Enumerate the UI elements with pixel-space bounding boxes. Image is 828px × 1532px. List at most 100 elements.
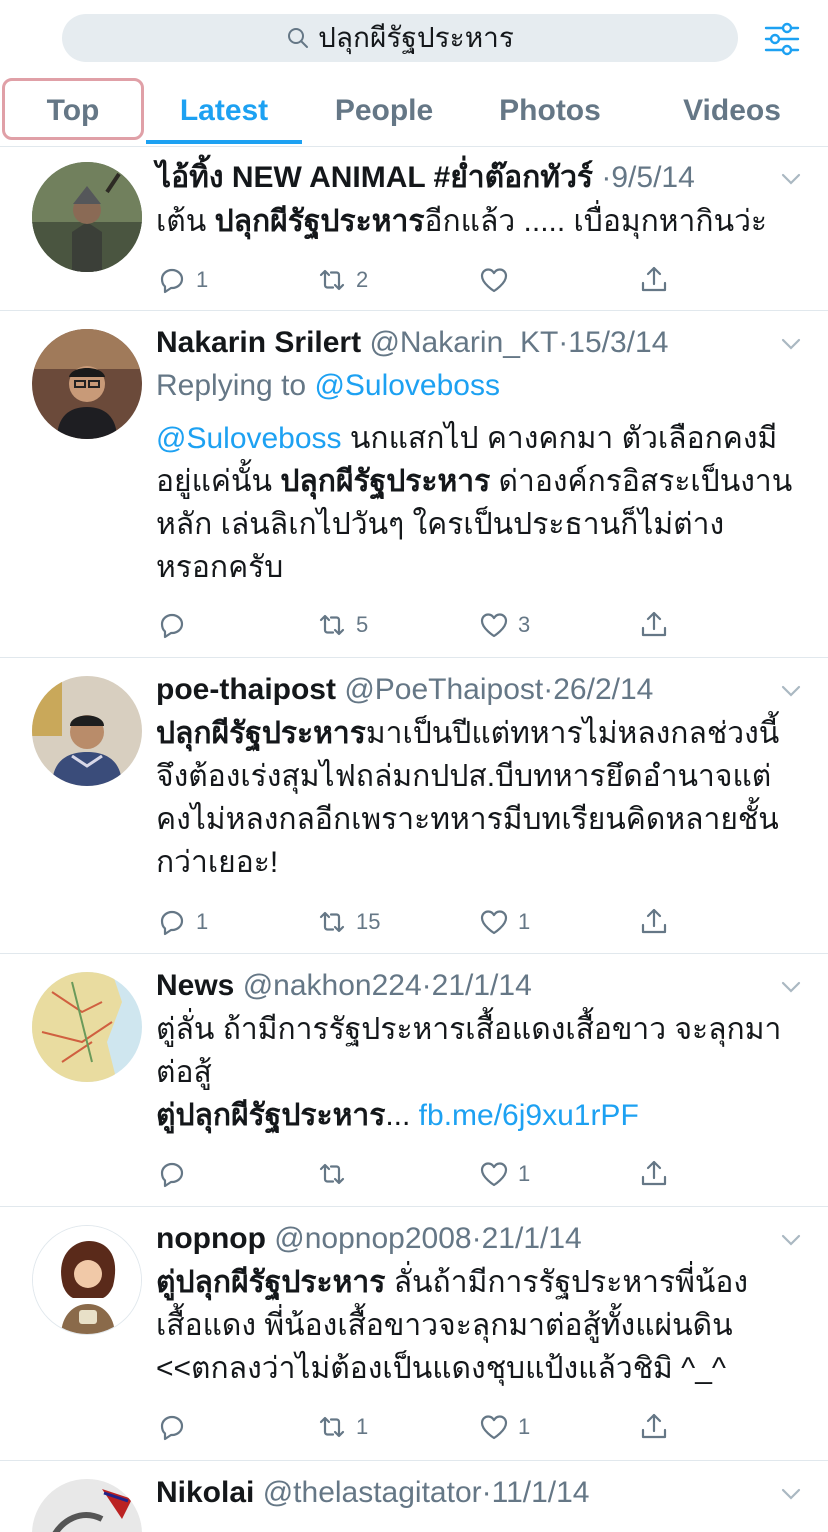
tweet-date[interactable]: 15/3/14 (568, 326, 668, 359)
tweet-author-name[interactable]: News (156, 969, 234, 1002)
share-icon (638, 609, 670, 641)
like-button[interactable]: 1 (478, 1409, 530, 1445)
tweet-header: News @nakhon224·21/1/14 (156, 968, 798, 1004)
chevron-down-icon[interactable] (780, 168, 802, 190)
avatar[interactable] (32, 162, 142, 272)
tweet-author-handle[interactable]: @Nakarin_KT (369, 326, 558, 359)
tweet-separator: · (481, 1476, 492, 1509)
avatar[interactable] (32, 676, 142, 786)
reply-button[interactable] (156, 607, 196, 643)
share-button[interactable] (638, 262, 678, 298)
tweet-author-handle[interactable]: @nakhon224 (243, 969, 422, 1002)
chevron-down-icon[interactable] (780, 1483, 802, 1505)
search-icon (288, 28, 309, 48)
tweet-author-handle[interactable]: @thelastagitator (263, 1476, 482, 1509)
tweet-header: Nakarin Srilert @Nakarin_KT·15/3/14 (156, 325, 798, 361)
retweet-button[interactable]: 15 (316, 904, 380, 940)
share-button[interactable] (638, 1156, 678, 1192)
tweet-author-name[interactable]: ไอ้ทิ้ง NEW ANIMAL #ย่ำต๊อกทัวร์ (156, 161, 593, 194)
tweet-header: poe-thaipost @PoeThaipost·26/2/14 (156, 672, 798, 708)
mention-link[interactable]: @Suloveboss (156, 422, 342, 455)
tweet-date[interactable]: 9/5/14 (611, 161, 694, 194)
tweet[interactable]: Nakarin Srilert @Nakarin_KT·15/3/14 Repl… (0, 311, 828, 658)
tweet-date[interactable]: 21/1/14 (482, 1222, 582, 1255)
tab-latest[interactable]: Latest (146, 78, 302, 144)
like-button[interactable] (478, 262, 518, 298)
reply-icon (156, 609, 188, 641)
retweet-icon (316, 1158, 348, 1190)
tweet-header: nopnop @nopnop2008·21/1/14 (156, 1221, 798, 1257)
tab-people[interactable]: People (312, 78, 456, 144)
tweet-actions: 1 (156, 1156, 676, 1192)
search-query[interactable]: ปลุกผีรัฐประหาร (318, 16, 514, 60)
retweet-icon (316, 609, 348, 641)
like-button[interactable]: 1 (478, 904, 530, 940)
retweet-icon (316, 1411, 348, 1443)
search-bar[interactable]: ปลุกผีรัฐประหาร (62, 14, 738, 62)
tweet-link[interactable]: fb.me/6j9xu1rPF (419, 1099, 639, 1132)
tweet-separator: · (471, 1222, 482, 1255)
tweet-content: ไอ้ทิ้ง NEW ANIMAL #ย่ำต๊อกทัวร์ ·9/5/14… (156, 160, 798, 243)
tweet-text: เต้น ปลุกผีรัฐประหารอีกแล้ว ..... เบื่อม… (156, 205, 768, 238)
tweet-actions: 5 3 (156, 607, 676, 643)
replying-to: Replying to @Suloveboss (156, 369, 500, 402)
share-icon (638, 906, 670, 938)
tweet-text: @Suloveboss นกแสกไป คางคกมา ตัวเลือกคงมี… (156, 422, 793, 584)
share-button[interactable] (638, 607, 678, 643)
tweet[interactable]: Nikolai @thelastagitator·11/1/14 (0, 1461, 828, 1532)
retweet-button[interactable]: 5 (316, 607, 368, 643)
reply-icon (156, 1411, 188, 1443)
replying-to-link[interactable]: @Suloveboss (314, 369, 500, 402)
tweet[interactable]: poe-thaipost @PoeThaipost·26/2/14 ปลุกผี… (0, 658, 828, 954)
reply-button[interactable] (156, 1409, 196, 1445)
tweet[interactable]: ไอ้ทิ้ง NEW ANIMAL #ย่ำต๊อกทัวร์ ·9/5/14… (0, 146, 828, 311)
reply-button[interactable]: 1 (156, 262, 208, 298)
tweet-separator: · (601, 161, 612, 194)
tweet-date[interactable]: 26/2/14 (553, 673, 653, 706)
tweet-content: poe-thaipost @PoeThaipost·26/2/14 ปลุกผี… (156, 672, 798, 884)
tweet-content: nopnop @nopnop2008·21/1/14 ตู่ปลุกผีรัฐป… (156, 1221, 798, 1390)
retweet-button[interactable] (316, 1156, 356, 1192)
avatar[interactable] (32, 1479, 142, 1532)
tweet-content: News @nakhon224·21/1/14 ตู่ลั่น ถ้ามีการ… (156, 968, 798, 1137)
tweet[interactable]: nopnop @nopnop2008·21/1/14 ตู่ปลุกผีรัฐป… (0, 1207, 828, 1461)
tweet-text: ตู่ลั่น ถ้ามีการรัฐประหารเสื้อแดงเสื้อขา… (156, 1013, 782, 1132)
tweet-author-handle[interactable]: @nopnop2008 (274, 1222, 471, 1255)
share-button[interactable] (638, 1409, 678, 1445)
avatar[interactable] (32, 972, 142, 1082)
tweet-author-name[interactable]: Nikolai (156, 1476, 254, 1509)
reply-icon (156, 906, 188, 938)
retweet-icon (316, 264, 348, 296)
like-button[interactable]: 1 (478, 1156, 530, 1192)
tweet-date[interactable]: 21/1/14 (432, 969, 532, 1002)
retweet-button[interactable]: 1 (316, 1409, 368, 1445)
share-button[interactable] (638, 904, 678, 940)
retweet-button[interactable]: 2 (316, 262, 368, 298)
tab-videos[interactable]: Videos (654, 78, 810, 144)
avatar[interactable] (32, 1225, 142, 1335)
tweet-text: ปลุกผีรัฐประหารมาเป็นปีแต่ทหารไม่หลงกลช่… (156, 717, 780, 879)
tweet-header: Nikolai @thelastagitator·11/1/14 (156, 1475, 798, 1511)
tweet-actions: 1 1 (156, 1409, 676, 1445)
tweet-actions: 1 2 (156, 262, 676, 298)
tweet-author-name[interactable]: Nakarin Srilert (156, 326, 361, 359)
reply-button[interactable]: 1 (156, 904, 208, 940)
reply-icon (156, 1158, 188, 1190)
tweet-date[interactable]: 11/1/14 (492, 1476, 590, 1509)
heart-icon (478, 264, 510, 296)
share-icon (638, 1158, 670, 1190)
chevron-down-icon[interactable] (780, 1229, 802, 1251)
tab-photos[interactable]: Photos (476, 78, 624, 144)
avatar[interactable] (32, 329, 142, 439)
tweet[interactable]: News @nakhon224·21/1/14 ตู่ลั่น ถ้ามีการ… (0, 954, 828, 1207)
search-filter-icon[interactable] (763, 20, 801, 58)
tweet-text: ตู่ปลุกผีรัฐประหาร ลั่นถ้ามีการรัฐประหาร… (156, 1266, 749, 1385)
chevron-down-icon[interactable] (780, 333, 802, 355)
tweet-author-name[interactable]: nopnop (156, 1222, 266, 1255)
chevron-down-icon[interactable] (780, 976, 802, 998)
tweet-author-handle[interactable]: @PoeThaipost (344, 673, 543, 706)
tweet-author-name[interactable]: poe-thaipost (156, 673, 336, 706)
chevron-down-icon[interactable] (780, 680, 802, 702)
like-button[interactable]: 3 (478, 607, 530, 643)
reply-button[interactable] (156, 1156, 196, 1192)
